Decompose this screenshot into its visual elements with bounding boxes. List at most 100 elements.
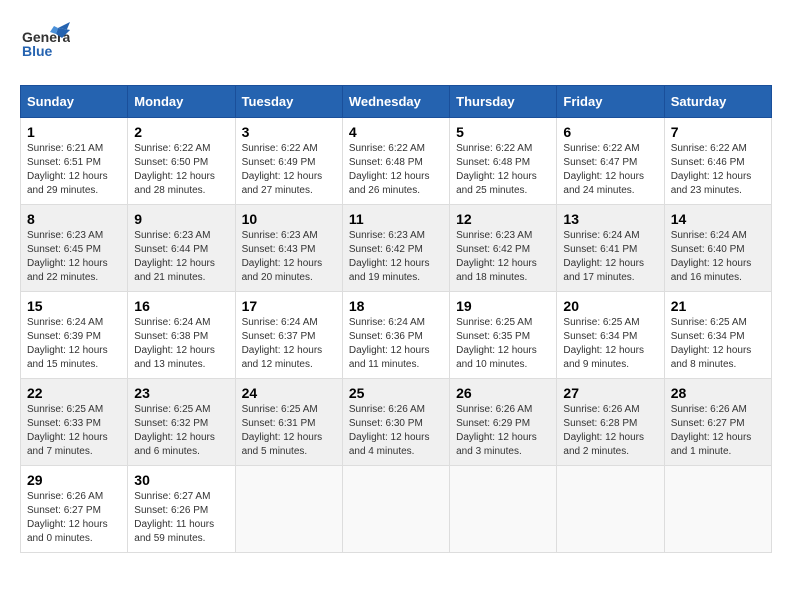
day-info: Sunrise: 6:22 AMSunset: 6:47 PMDaylight:… <box>563 143 644 196</box>
day-number: 15 <box>27 298 121 314</box>
day-info: Sunrise: 6:25 AMSunset: 6:32 PMDaylight:… <box>134 404 215 457</box>
day-number: 26 <box>456 385 550 401</box>
calendar-cell: 28 Sunrise: 6:26 AMSunset: 6:27 PMDaylig… <box>664 379 771 466</box>
day-number: 23 <box>134 385 228 401</box>
calendar-cell: 1 Sunrise: 6:21 AMSunset: 6:51 PMDayligh… <box>21 118 128 205</box>
day-number: 27 <box>563 385 657 401</box>
calendar-cell: 23 Sunrise: 6:25 AMSunset: 6:32 PMDaylig… <box>128 379 235 466</box>
day-number: 6 <box>563 124 657 140</box>
day-number: 13 <box>563 211 657 227</box>
calendar-cell: 14 Sunrise: 6:24 AMSunset: 6:40 PMDaylig… <box>664 205 771 292</box>
day-info: Sunrise: 6:22 AMSunset: 6:50 PMDaylight:… <box>134 143 215 196</box>
day-number: 16 <box>134 298 228 314</box>
day-number: 12 <box>456 211 550 227</box>
calendar-cell: 30 Sunrise: 6:27 AMSunset: 6:26 PMDaylig… <box>128 466 235 553</box>
calendar-cell: 27 Sunrise: 6:26 AMSunset: 6:28 PMDaylig… <box>557 379 664 466</box>
day-number: 21 <box>671 298 765 314</box>
day-info: Sunrise: 6:22 AMSunset: 6:48 PMDaylight:… <box>349 143 430 196</box>
day-number: 19 <box>456 298 550 314</box>
day-number: 5 <box>456 124 550 140</box>
calendar-cell: 16 Sunrise: 6:24 AMSunset: 6:38 PMDaylig… <box>128 292 235 379</box>
calendar-cell <box>342 466 449 553</box>
day-info: Sunrise: 6:24 AMSunset: 6:40 PMDaylight:… <box>671 230 752 283</box>
day-number: 10 <box>242 211 336 227</box>
svg-text:Blue: Blue <box>22 43 53 59</box>
calendar-cell <box>557 466 664 553</box>
header-sunday: Sunday <box>21 86 128 118</box>
day-info: Sunrise: 6:24 AMSunset: 6:37 PMDaylight:… <box>242 317 323 370</box>
day-info: Sunrise: 6:26 AMSunset: 6:27 PMDaylight:… <box>27 491 108 544</box>
header-monday: Monday <box>128 86 235 118</box>
calendar-cell: 7 Sunrise: 6:22 AMSunset: 6:46 PMDayligh… <box>664 118 771 205</box>
calendar-cell: 2 Sunrise: 6:22 AMSunset: 6:50 PMDayligh… <box>128 118 235 205</box>
day-info: Sunrise: 6:23 AMSunset: 6:45 PMDaylight:… <box>27 230 108 283</box>
day-number: 9 <box>134 211 228 227</box>
calendar-cell: 19 Sunrise: 6:25 AMSunset: 6:35 PMDaylig… <box>450 292 557 379</box>
calendar-week-row: 29 Sunrise: 6:26 AMSunset: 6:27 PMDaylig… <box>21 466 772 553</box>
day-number: 28 <box>671 385 765 401</box>
days-header-row: Sunday Monday Tuesday Wednesday Thursday… <box>21 86 772 118</box>
day-info: Sunrise: 6:27 AMSunset: 6:26 PMDaylight:… <box>134 491 214 544</box>
day-info: Sunrise: 6:22 AMSunset: 6:49 PMDaylight:… <box>242 143 323 196</box>
header-wednesday: Wednesday <box>342 86 449 118</box>
day-info: Sunrise: 6:22 AMSunset: 6:46 PMDaylight:… <box>671 143 752 196</box>
calendar-cell: 25 Sunrise: 6:26 AMSunset: 6:30 PMDaylig… <box>342 379 449 466</box>
calendar-cell: 26 Sunrise: 6:26 AMSunset: 6:29 PMDaylig… <box>450 379 557 466</box>
day-number: 14 <box>671 211 765 227</box>
day-number: 25 <box>349 385 443 401</box>
day-info: Sunrise: 6:25 AMSunset: 6:31 PMDaylight:… <box>242 404 323 457</box>
day-number: 17 <box>242 298 336 314</box>
day-info: Sunrise: 6:22 AMSunset: 6:48 PMDaylight:… <box>456 143 537 196</box>
calendar-cell: 13 Sunrise: 6:24 AMSunset: 6:41 PMDaylig… <box>557 205 664 292</box>
calendar-week-row: 1 Sunrise: 6:21 AMSunset: 6:51 PMDayligh… <box>21 118 772 205</box>
day-number: 18 <box>349 298 443 314</box>
day-info: Sunrise: 6:25 AMSunset: 6:35 PMDaylight:… <box>456 317 537 370</box>
day-info: Sunrise: 6:21 AMSunset: 6:51 PMDaylight:… <box>27 143 108 196</box>
calendar-cell <box>450 466 557 553</box>
day-number: 3 <box>242 124 336 140</box>
calendar-cell: 22 Sunrise: 6:25 AMSunset: 6:33 PMDaylig… <box>21 379 128 466</box>
day-number: 22 <box>27 385 121 401</box>
calendar-cell: 29 Sunrise: 6:26 AMSunset: 6:27 PMDaylig… <box>21 466 128 553</box>
day-number: 20 <box>563 298 657 314</box>
day-number: 29 <box>27 472 121 488</box>
calendar-cell: 18 Sunrise: 6:24 AMSunset: 6:36 PMDaylig… <box>342 292 449 379</box>
calendar-cell: 4 Sunrise: 6:22 AMSunset: 6:48 PMDayligh… <box>342 118 449 205</box>
calendar-cell: 10 Sunrise: 6:23 AMSunset: 6:43 PMDaylig… <box>235 205 342 292</box>
page-header: General Blue <box>20 20 772 75</box>
calendar-cell: 12 Sunrise: 6:23 AMSunset: 6:42 PMDaylig… <box>450 205 557 292</box>
calendar-cell: 11 Sunrise: 6:23 AMSunset: 6:42 PMDaylig… <box>342 205 449 292</box>
day-number: 1 <box>27 124 121 140</box>
calendar-cell: 9 Sunrise: 6:23 AMSunset: 6:44 PMDayligh… <box>128 205 235 292</box>
calendar-cell: 21 Sunrise: 6:25 AMSunset: 6:34 PMDaylig… <box>664 292 771 379</box>
day-number: 30 <box>134 472 228 488</box>
calendar-cell: 8 Sunrise: 6:23 AMSunset: 6:45 PMDayligh… <box>21 205 128 292</box>
day-info: Sunrise: 6:26 AMSunset: 6:28 PMDaylight:… <box>563 404 644 457</box>
day-info: Sunrise: 6:26 AMSunset: 6:30 PMDaylight:… <box>349 404 430 457</box>
day-number: 11 <box>349 211 443 227</box>
calendar-cell: 20 Sunrise: 6:25 AMSunset: 6:34 PMDaylig… <box>557 292 664 379</box>
calendar-cell: 24 Sunrise: 6:25 AMSunset: 6:31 PMDaylig… <box>235 379 342 466</box>
day-number: 8 <box>27 211 121 227</box>
calendar-cell: 3 Sunrise: 6:22 AMSunset: 6:49 PMDayligh… <box>235 118 342 205</box>
day-info: Sunrise: 6:23 AMSunset: 6:42 PMDaylight:… <box>349 230 430 283</box>
day-info: Sunrise: 6:26 AMSunset: 6:29 PMDaylight:… <box>456 404 537 457</box>
calendar-week-row: 8 Sunrise: 6:23 AMSunset: 6:45 PMDayligh… <box>21 205 772 292</box>
logo: General Blue <box>20 20 70 75</box>
header-thursday: Thursday <box>450 86 557 118</box>
day-info: Sunrise: 6:25 AMSunset: 6:34 PMDaylight:… <box>563 317 644 370</box>
logo-icon: General Blue <box>20 20 70 75</box>
calendar-cell <box>664 466 771 553</box>
calendar-table: Sunday Monday Tuesday Wednesday Thursday… <box>20 85 772 553</box>
calendar-cell: 5 Sunrise: 6:22 AMSunset: 6:48 PMDayligh… <box>450 118 557 205</box>
calendar-cell <box>235 466 342 553</box>
day-info: Sunrise: 6:24 AMSunset: 6:36 PMDaylight:… <box>349 317 430 370</box>
day-number: 2 <box>134 124 228 140</box>
day-info: Sunrise: 6:23 AMSunset: 6:44 PMDaylight:… <box>134 230 215 283</box>
calendar-cell: 17 Sunrise: 6:24 AMSunset: 6:37 PMDaylig… <box>235 292 342 379</box>
day-info: Sunrise: 6:24 AMSunset: 6:41 PMDaylight:… <box>563 230 644 283</box>
day-number: 24 <box>242 385 336 401</box>
day-info: Sunrise: 6:26 AMSunset: 6:27 PMDaylight:… <box>671 404 752 457</box>
calendar-week-row: 22 Sunrise: 6:25 AMSunset: 6:33 PMDaylig… <box>21 379 772 466</box>
day-number: 4 <box>349 124 443 140</box>
